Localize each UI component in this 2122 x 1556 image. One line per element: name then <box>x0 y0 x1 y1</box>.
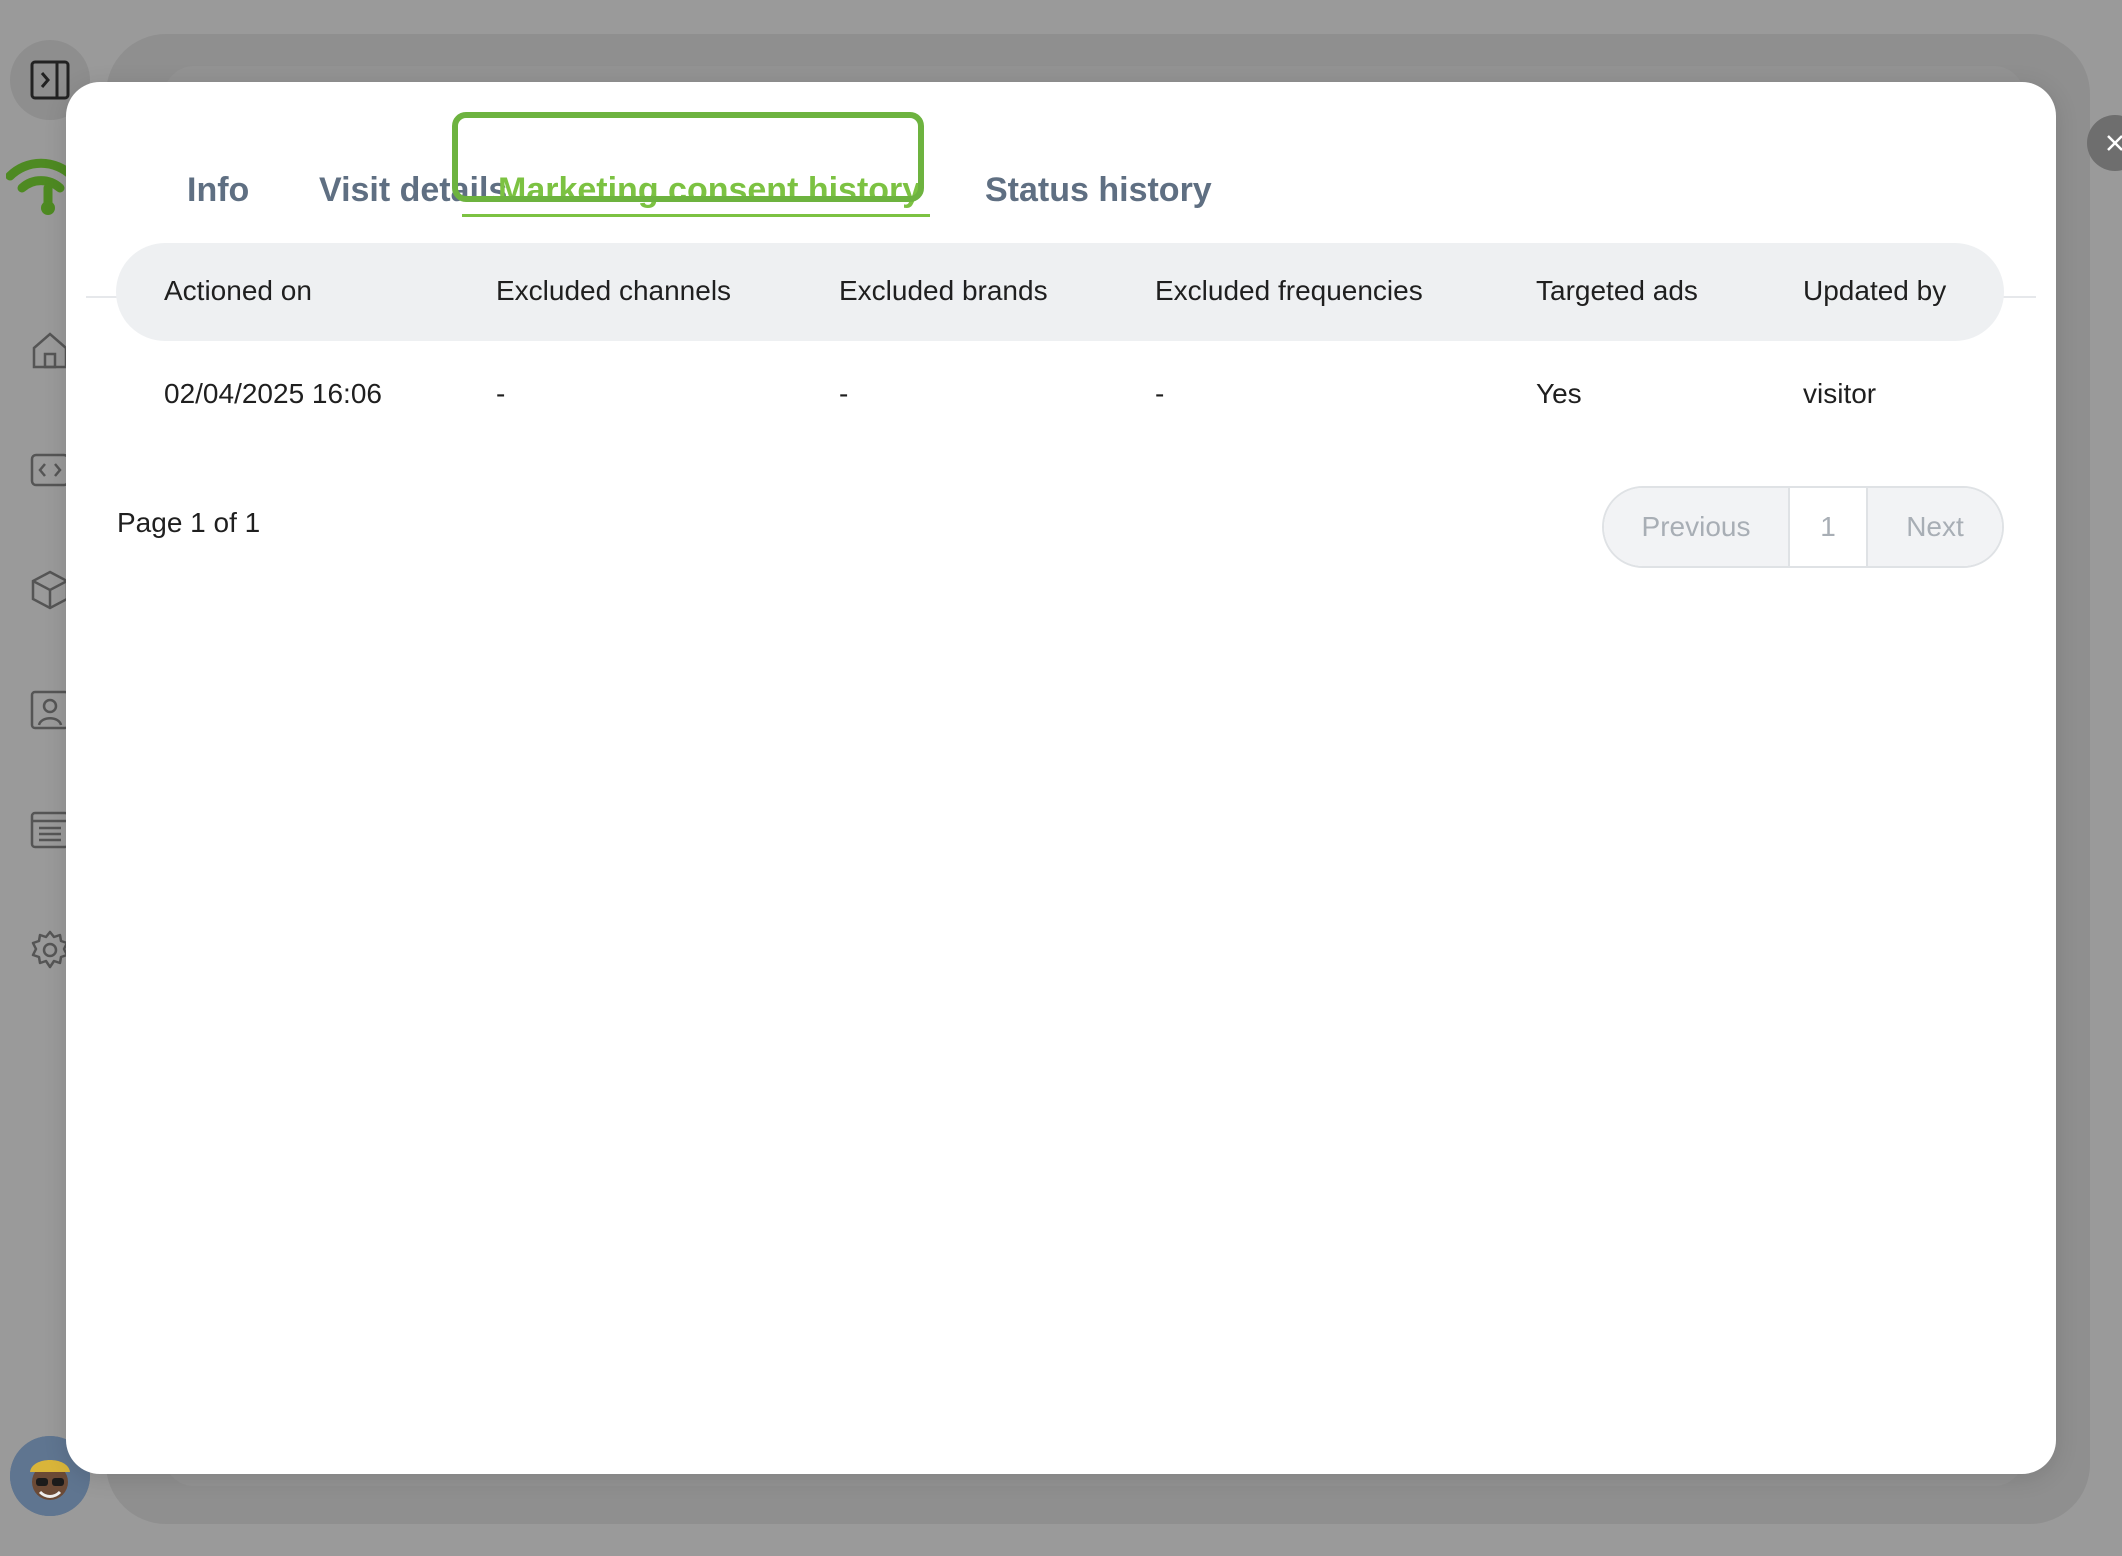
cell-targeted-ads: Yes <box>1536 378 1582 409</box>
column-header-actioned-on[interactable]: Actioned on <box>164 275 312 307</box>
close-icon <box>2107 135 2122 151</box>
cell-excluded-frequencies: - <box>1155 378 1165 409</box>
next-page-button[interactable]: Next <box>1868 488 2002 566</box>
cube-icon <box>31 570 69 610</box>
column-header-excluded-brands[interactable]: Excluded brands <box>839 275 1048 307</box>
contact-card-icon <box>30 690 70 730</box>
column-header-updated-by[interactable]: Updated by <box>1803 275 1946 307</box>
code-icon <box>30 453 70 487</box>
page-number-button[interactable]: 1 <box>1790 488 1868 566</box>
gear-icon <box>31 930 69 969</box>
cell-excluded-channels: - <box>496 378 506 409</box>
previous-page-button[interactable]: Previous <box>1604 488 1790 566</box>
cell-updated-by: visitor <box>1803 378 1877 409</box>
table-header: Actioned on Excluded channels Excluded b… <box>116 243 2004 341</box>
column-header-excluded-channels[interactable]: Excluded channels <box>496 275 731 307</box>
list-icon <box>30 811 70 849</box>
modal-content: Actioned on Excluded channels Excluded b… <box>66 82 2056 1474</box>
column-header-excluded-frequencies[interactable]: Excluded frequencies <box>1155 275 1423 307</box>
page-info: Page 1 of 1 <box>117 507 261 538</box>
close-button[interactable] <box>2087 115 2122 171</box>
cell-actioned-on: 02/04/2025 16:06 <box>164 378 382 409</box>
column-header-targeted-ads[interactable]: Targeted ads <box>1536 275 1698 307</box>
cell-excluded-brands: - <box>839 378 849 409</box>
home-icon <box>32 332 68 369</box>
pagination: Previous 1 Next <box>1602 486 2004 568</box>
sidebar-toggle-icon <box>30 60 70 100</box>
table-row: 02/04/2025 16:06 - - - Yes visitor <box>116 342 2004 448</box>
